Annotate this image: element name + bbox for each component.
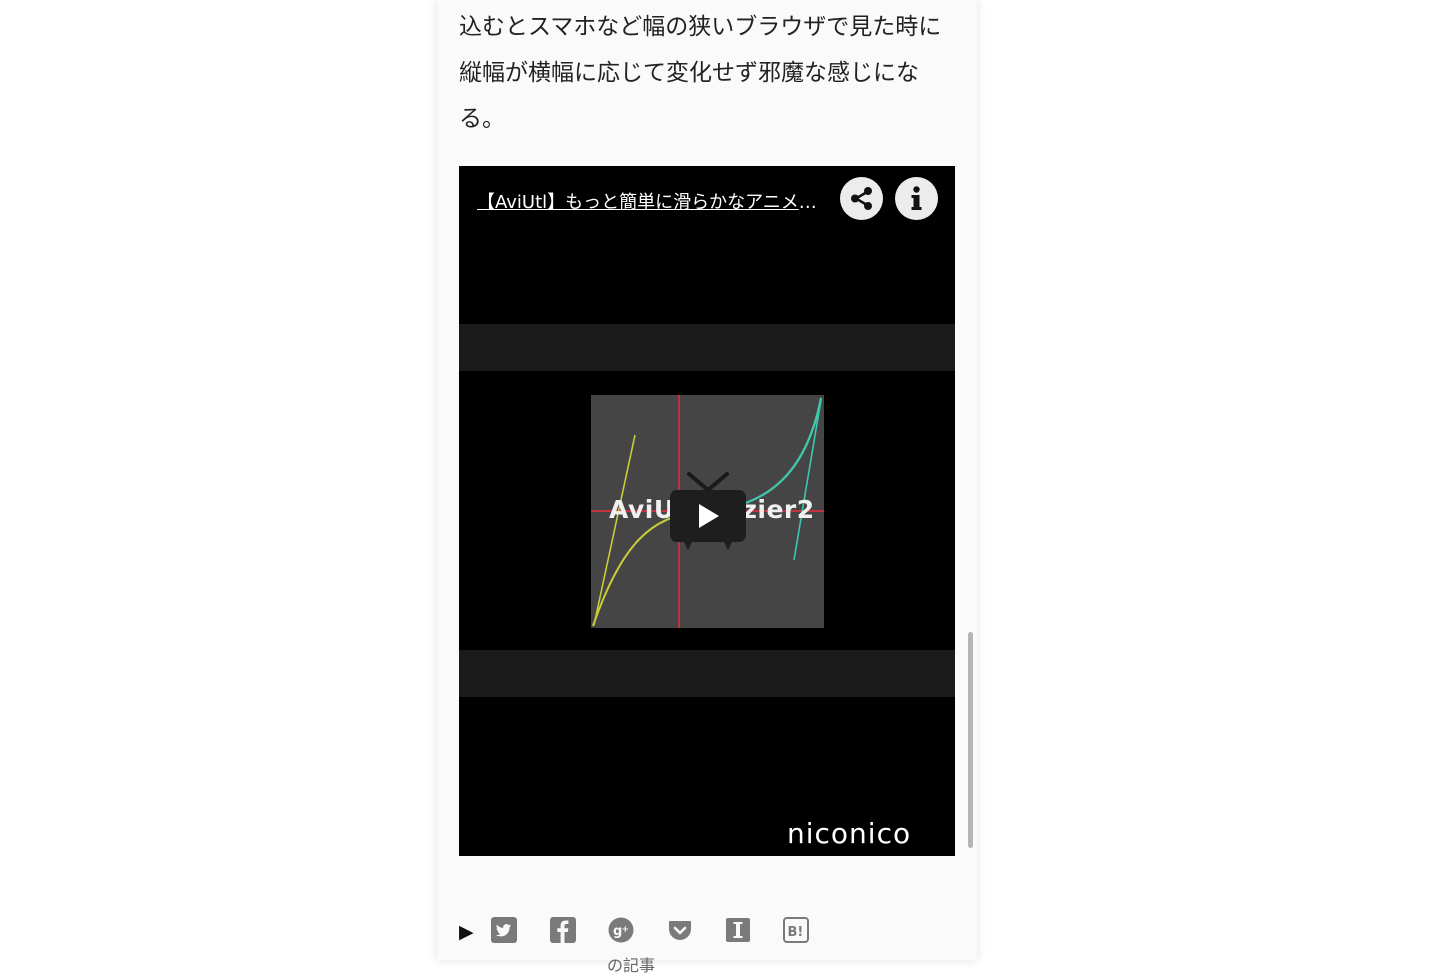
info-button[interactable]	[895, 177, 938, 220]
share-toggle[interactable]: ▶	[459, 921, 474, 943]
svg-text:B!: B!	[788, 925, 804, 940]
tv-play-icon	[670, 472, 746, 550]
scrollbar-thumb[interactable]	[968, 632, 973, 848]
article-paragraph: 込むとスマホなど幅の狭いブラウザで見た時に縦幅が横幅に応じて変化せず邪魔な感じに…	[459, 14, 942, 132]
svg-text:+: +	[622, 925, 630, 935]
hatena-bookmark-icon[interactable]: B!	[783, 917, 809, 943]
letterbox-band-bottom	[459, 650, 955, 697]
next-section-text: の記事	[607, 956, 656, 975]
article-column: 込むとスマホなど幅の狭いブラウザで見た時に縦幅が横幅に応じて変化せず邪魔な感じに…	[437, 0, 977, 975]
video-embed-player[interactable]: 【AviUtl】もっと簡単に滑らかなアニメーションを作るスクリプト	[459, 166, 955, 856]
facebook-icon[interactable]	[550, 917, 576, 943]
niconico-logo: niconico	[787, 817, 912, 850]
share-button[interactable]	[840, 177, 883, 220]
letterbox-band-top	[459, 324, 955, 371]
share-bar: ▶ g + B!	[459, 914, 879, 946]
play-button[interactable]	[669, 468, 747, 554]
google-plus-icon[interactable]: g +	[608, 917, 634, 943]
twitter-icon[interactable]	[491, 917, 517, 943]
share-icon	[851, 187, 872, 210]
instapaper-icon[interactable]	[725, 917, 751, 943]
info-icon	[911, 186, 922, 210]
video-title-link[interactable]: 【AviUtl】もっと簡単に滑らかなアニメーションを作るスクリプト	[477, 188, 831, 214]
pocket-icon[interactable]	[667, 917, 693, 943]
